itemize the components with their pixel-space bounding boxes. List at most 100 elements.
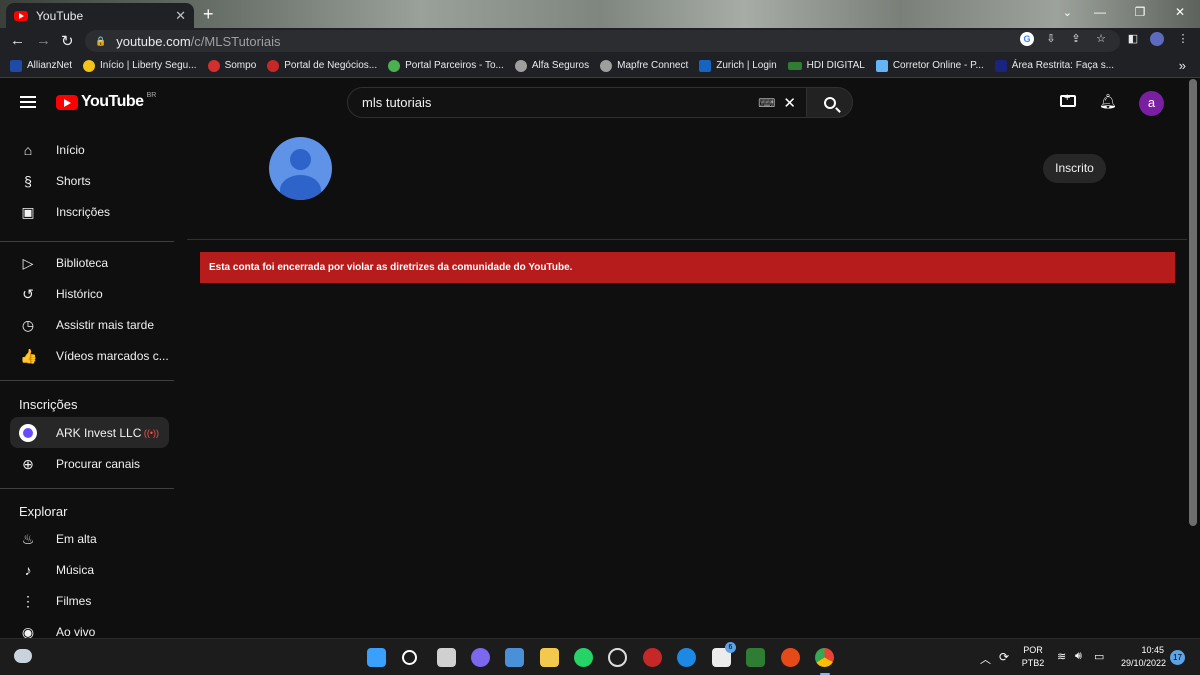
bookmark-item[interactable]: Início | Liberty Segu... <box>83 59 197 72</box>
clock-date[interactable]: 29/10/2022 <box>1112 658 1166 668</box>
sidebar-item-music[interactable]: ♪ Música <box>10 554 169 585</box>
bookmark-favicon-icon <box>388 59 401 72</box>
search-icon <box>823 96 836 109</box>
sidebar-item-ark-invest[interactable]: ARK Invest LLC ((•)) <box>10 417 169 448</box>
sidebar-item-history[interactable]: ↺ Histórico <box>10 278 169 309</box>
share-icon[interactable]: ⇪ <box>1069 32 1083 46</box>
sidebar-item-liked-videos[interactable]: 👍 Vídeos marcados c... <box>10 340 169 371</box>
back-icon[interactable]: ← <box>10 32 25 49</box>
bookmark-item[interactable]: Zurich | Login <box>699 59 777 72</box>
install-icon[interactable]: ⇩ <box>1044 32 1058 46</box>
show-hidden-icons-icon[interactable]: ︿ <box>980 651 991 667</box>
sidebar-item-shorts[interactable]: § Shorts <box>10 165 169 196</box>
subscribed-button[interactable]: Inscrito <box>1043 154 1106 183</box>
sidebar-divider <box>0 241 174 242</box>
clear-search-icon[interactable]: ✕ <box>783 94 796 112</box>
browser-tab[interactable]: YouTube ✕ <box>6 3 194 28</box>
settings-icon[interactable] <box>608 648 627 667</box>
bookmark-item[interactable]: Corretor Online - P... <box>875 59 984 72</box>
tab-search-icon[interactable]: ⌄ <box>1063 6 1072 19</box>
wifi-icon[interactable]: ≋ <box>1057 650 1066 663</box>
bookmark-item[interactable]: Alfa Seguros <box>514 59 589 72</box>
bookmark-favicon-icon <box>83 59 96 72</box>
search-box[interactable]: ⌨ ✕ <box>347 87 807 118</box>
bookmark-item[interactable]: AllianzNet <box>10 59 72 72</box>
keyboard-icon[interactable]: ⌨ <box>758 96 775 110</box>
sidebar-item-home[interactable]: ⌂ Início <box>10 134 169 165</box>
forward-icon[interactable]: → <box>36 32 51 49</box>
whatsapp-icon[interactable] <box>574 648 593 667</box>
new-tab-button[interactable]: + <box>203 4 214 25</box>
notifications-bell-icon[interactable]: 🔔︎ <box>1099 93 1117 110</box>
sidebar-item-movies[interactable]: ⋮ Filmes <box>10 585 169 616</box>
sidebar-item-trending[interactable]: ♨ Em alta <box>10 523 169 554</box>
app-red-icon[interactable] <box>643 648 662 667</box>
keyboard-layout[interactable]: PTB2 <box>1021 658 1045 668</box>
google-icon[interactable]: G <box>1020 32 1034 46</box>
library-icon: ▷ <box>22 254 34 271</box>
menu-icon[interactable] <box>20 96 36 108</box>
start-icon[interactable] <box>367 648 386 667</box>
movies-icon: ⋮ <box>21 592 35 609</box>
bookmark-star-icon[interactable]: ☆ <box>1094 32 1108 46</box>
sidebar-item-label: Música <box>56 562 95 577</box>
notification-count-badge[interactable]: 17 <box>1170 650 1185 665</box>
bookmark-item[interactable]: Área Restrita: Faça s... <box>994 59 1115 72</box>
profile-icon[interactable] <box>1150 32 1164 46</box>
bookmark-label: Área Restrita: Faça s... <box>1011 60 1115 71</box>
globe-app-icon[interactable] <box>677 648 696 667</box>
app-green-icon[interactable] <box>746 648 765 667</box>
file-explorer-icon[interactable] <box>540 648 559 667</box>
sidebar-item-subscriptions[interactable]: ▣ Inscrições <box>10 196 169 227</box>
page-scrollbar[interactable] <box>1189 79 1197 526</box>
volume-icon[interactable]: 🔊︎ <box>1075 650 1082 663</box>
bookmarks-overflow-icon[interactable]: » <box>1179 58 1186 73</box>
clock-time[interactable]: 10:45 <box>1118 645 1164 655</box>
live-icon: ◉ <box>21 623 35 639</box>
lock-icon[interactable]: 🔒 <box>95 36 106 47</box>
create-video-icon[interactable] <box>1060 92 1076 107</box>
youtube-page: YouTube BR ⌨ ✕ 🔔︎ a ⌂ Início § Shorts ▣ … <box>0 79 1200 638</box>
teams-chat-icon[interactable] <box>471 648 490 667</box>
search-input[interactable] <box>362 95 759 110</box>
sidebar-item-watch-later[interactable]: ◷ Assistir mais tarde <box>10 309 169 340</box>
sync-icon[interactable]: ⟳ <box>999 650 1009 664</box>
input-language[interactable]: POR <box>1021 645 1045 655</box>
bookmark-item[interactable]: Portal de Negócios... <box>267 59 377 72</box>
url-path: /c/MLSTutoriais <box>190 33 281 49</box>
sidebar-item-label: Filmes <box>56 593 92 608</box>
battery-icon[interactable]: ▭ <box>1094 650 1104 663</box>
search-button[interactable] <box>806 87 853 118</box>
youtube-logo[interactable]: YouTube BR <box>56 92 156 111</box>
bookmark-favicon-icon <box>207 59 220 72</box>
app-orange-icon[interactable] <box>781 648 800 667</box>
maximize-icon[interactable]: ❐ <box>1120 0 1160 28</box>
globe-icon <box>514 59 527 72</box>
task-view-icon[interactable] <box>437 648 456 667</box>
search-icon[interactable] <box>402 650 417 665</box>
sidebar-divider <box>0 380 174 381</box>
close-window-icon[interactable]: ✕ <box>1160 0 1200 28</box>
side-panel-icon[interactable]: ◧ <box>1126 32 1140 46</box>
sidebar-item-library[interactable]: ▷ Biblioteca <box>10 247 169 278</box>
bookmark-item[interactable]: Portal Parceiros - To... <box>388 59 504 72</box>
microsoft-store-icon[interactable] <box>505 648 524 667</box>
chrome-icon[interactable] <box>815 648 834 667</box>
sidebar-item-browse-channels[interactable]: ⊕ Procurar canais <box>10 448 169 479</box>
sidebar-item-live[interactable]: ◉ Ao vivo <box>10 616 169 639</box>
bookmark-item[interactable]: HDI DIGITAL <box>787 60 865 71</box>
package-icon[interactable]: 6 <box>712 642 736 667</box>
windows-taskbar: 6 ︿ ⟳ POR PTB2 ≋ 🔊︎ ▭ 10:45 29/10/2022 1… <box>0 638 1200 675</box>
bookmark-item[interactable]: Mapfre Connect <box>600 59 688 72</box>
address-bar[interactable]: 🔒 youtube.com/c/MLSTutoriais <box>85 30 1120 52</box>
reload-icon[interactable]: ↻ <box>61 32 74 50</box>
minimize-icon[interactable]: — <box>1080 0 1120 28</box>
bookmark-item[interactable]: Sompo <box>207 59 256 72</box>
bookmark-favicon-icon <box>267 59 280 72</box>
weather-widget-icon[interactable] <box>14 649 32 663</box>
account-avatar[interactable]: a <box>1139 91 1164 116</box>
explore-section-title: Explorar <box>19 504 68 519</box>
chrome-menu-icon[interactable]: ⋮ <box>1176 32 1190 46</box>
tab-title: YouTube <box>36 8 84 23</box>
tab-close-icon[interactable]: ✕ <box>175 8 186 24</box>
